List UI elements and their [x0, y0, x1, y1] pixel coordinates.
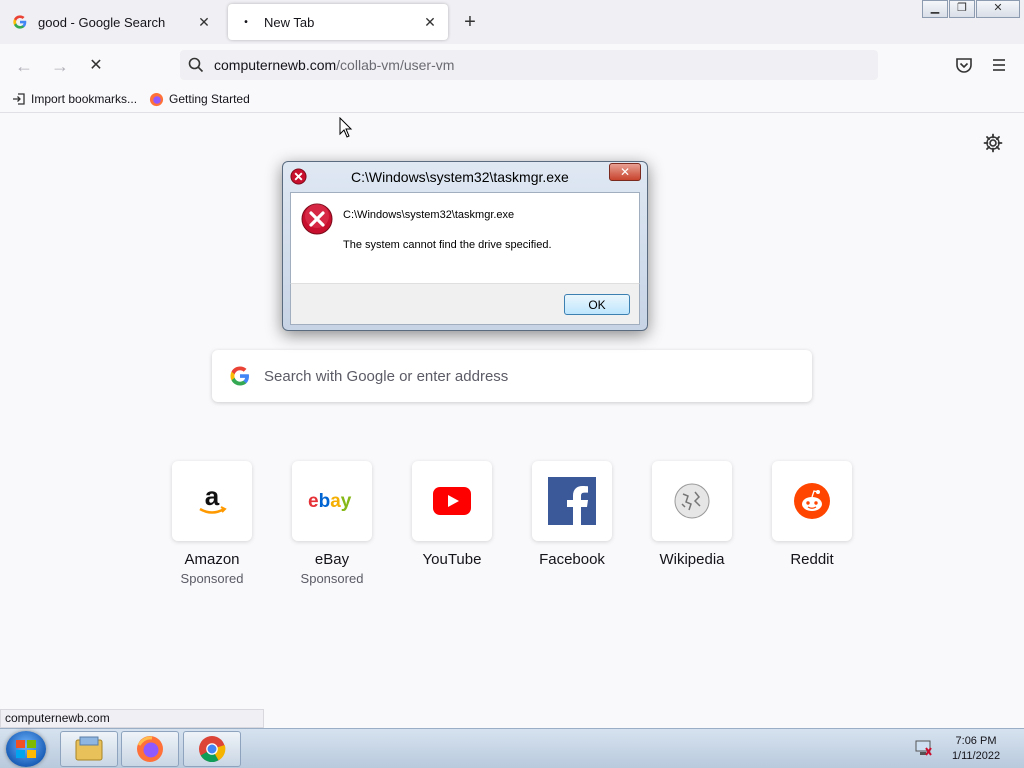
bookmark-getting-started[interactable]: Getting Started	[149, 92, 250, 107]
dialog-close-button[interactable]: ✕	[609, 163, 641, 181]
stop-loading-icon[interactable]: ✕	[82, 52, 110, 80]
bookmarks-toolbar: Import bookmarks... Getting Started	[0, 86, 1024, 113]
dialog-path-text: C:\Windows\system32\taskmgr.exe	[343, 209, 515, 221]
tab-label: good - Google Search	[38, 14, 166, 30]
top-site-facebook[interactable]: Facebook	[522, 461, 622, 568]
svg-text:ebay: ebay	[308, 491, 352, 512]
site-name: Facebook	[539, 551, 605, 568]
system-clock[interactable]: 7:06 PM 1/11/2022	[940, 734, 1012, 764]
link-status-bar: computernewb.com	[0, 709, 264, 728]
google-g-icon	[230, 366, 249, 386]
site-name: Reddit	[790, 551, 834, 568]
top-site-wikipedia[interactable]: Wikipedia	[642, 461, 742, 568]
close-window-button[interactable]: ✕	[976, 0, 1020, 18]
start-button[interactable]	[6, 731, 46, 767]
error-dialog: C:\Windows\system32\taskmgr.exe ✕ C:\Win…	[282, 161, 648, 331]
top-site-reddit[interactable]: Reddit	[762, 461, 862, 568]
site-name: Amazon	[184, 551, 240, 568]
site-name: eBay	[314, 551, 350, 568]
clock-time: 7:06 PM	[955, 735, 997, 747]
amazon-icon: a	[172, 461, 252, 541]
menu-icon[interactable]	[991, 57, 1007, 73]
tab-strip: good - Google Search ✕ • New Tab ✕ + ▁ ❐…	[0, 0, 1024, 44]
error-icon	[301, 203, 333, 235]
tab-google-search[interactable]: good - Google Search ✕	[0, 4, 222, 40]
ok-button[interactable]: OK	[564, 294, 630, 315]
taskbar: 7:06 PM 1/11/2022	[0, 728, 1024, 768]
search-input[interactable]	[264, 367, 744, 385]
site-sponsored-label: Sponsored	[180, 571, 244, 586]
site-sponsored-label: Sponsored	[300, 571, 364, 586]
youtube-icon	[412, 461, 492, 541]
loading-dot-icon: •	[244, 16, 248, 28]
gear-icon[interactable]	[983, 133, 1003, 153]
mouse-cursor-icon	[339, 117, 353, 138]
taskbar-chrome[interactable]	[183, 731, 241, 767]
restore-button[interactable]: ❐	[949, 0, 975, 18]
bookmark-label: Getting Started	[169, 92, 250, 106]
svg-text:a: a	[205, 481, 220, 511]
tab-label: New Tab	[264, 14, 315, 30]
dialog-title: C:\Windows\system32\taskmgr.exe	[351, 169, 569, 185]
network-icon[interactable]	[913, 738, 933, 758]
top-site-amazon[interactable]: a Amazon Sponsored	[162, 461, 262, 586]
windows-logo-icon	[16, 740, 36, 758]
wikipedia-icon	[652, 461, 732, 541]
clock-date: 1/11/2022	[951, 750, 1001, 762]
reddit-icon	[772, 461, 852, 541]
pocket-icon[interactable]	[955, 56, 973, 74]
site-name: Wikipedia	[659, 551, 725, 568]
firefox-icon	[149, 92, 164, 107]
google-g-icon	[12, 14, 28, 30]
search-icon	[188, 57, 204, 73]
bookmark-label: Import bookmarks...	[31, 92, 138, 106]
dialog-message: The system cannot find the drive specifi…	[343, 239, 552, 251]
import-icon	[12, 92, 26, 106]
close-tab-icon[interactable]: ✕	[418, 14, 442, 31]
error-small-icon	[290, 168, 307, 185]
bookmark-import[interactable]: Import bookmarks...	[12, 92, 137, 106]
minimize-button[interactable]: ▁	[922, 0, 948, 18]
taskbar-firefox[interactable]	[121, 731, 179, 767]
close-tab-icon[interactable]: ✕	[192, 14, 216, 31]
back-arrow-icon[interactable]: ←	[10, 52, 38, 80]
dialog-body: C:\Windows\system32\taskmgr.exe The syst…	[290, 192, 640, 284]
url-host: computernewb.com	[214, 57, 337, 73]
forward-arrow-icon[interactable]: →	[46, 52, 74, 80]
url-bar[interactable]: computernewb.com/collab-vm/user-vm	[180, 50, 878, 80]
ebay-icon: ebay	[292, 461, 372, 541]
site-name: YouTube	[422, 551, 482, 568]
new-tab-button[interactable]: +	[458, 8, 482, 36]
dialog-button-area: OK	[290, 283, 640, 325]
navigation-toolbar: ← → ✕ computernewb.com/collab-vm/user-vm	[0, 44, 1024, 86]
newtab-search-box[interactable]	[212, 350, 812, 402]
top-site-youtube[interactable]: YouTube	[402, 461, 502, 568]
dialog-titlebar[interactable]: C:\Windows\system32\taskmgr.exe ✕	[283, 162, 647, 190]
folder-icon	[75, 736, 103, 761]
facebook-icon	[532, 461, 612, 541]
url-path: /collab-vm/user-vm	[336, 57, 455, 73]
chrome-icon	[199, 736, 226, 763]
tab-new-tab[interactable]: • New Tab ✕	[228, 4, 448, 40]
top-site-ebay[interactable]: ebay eBay Sponsored	[282, 461, 382, 586]
taskbar-explorer[interactable]	[60, 731, 118, 767]
firefox-icon	[137, 736, 163, 762]
